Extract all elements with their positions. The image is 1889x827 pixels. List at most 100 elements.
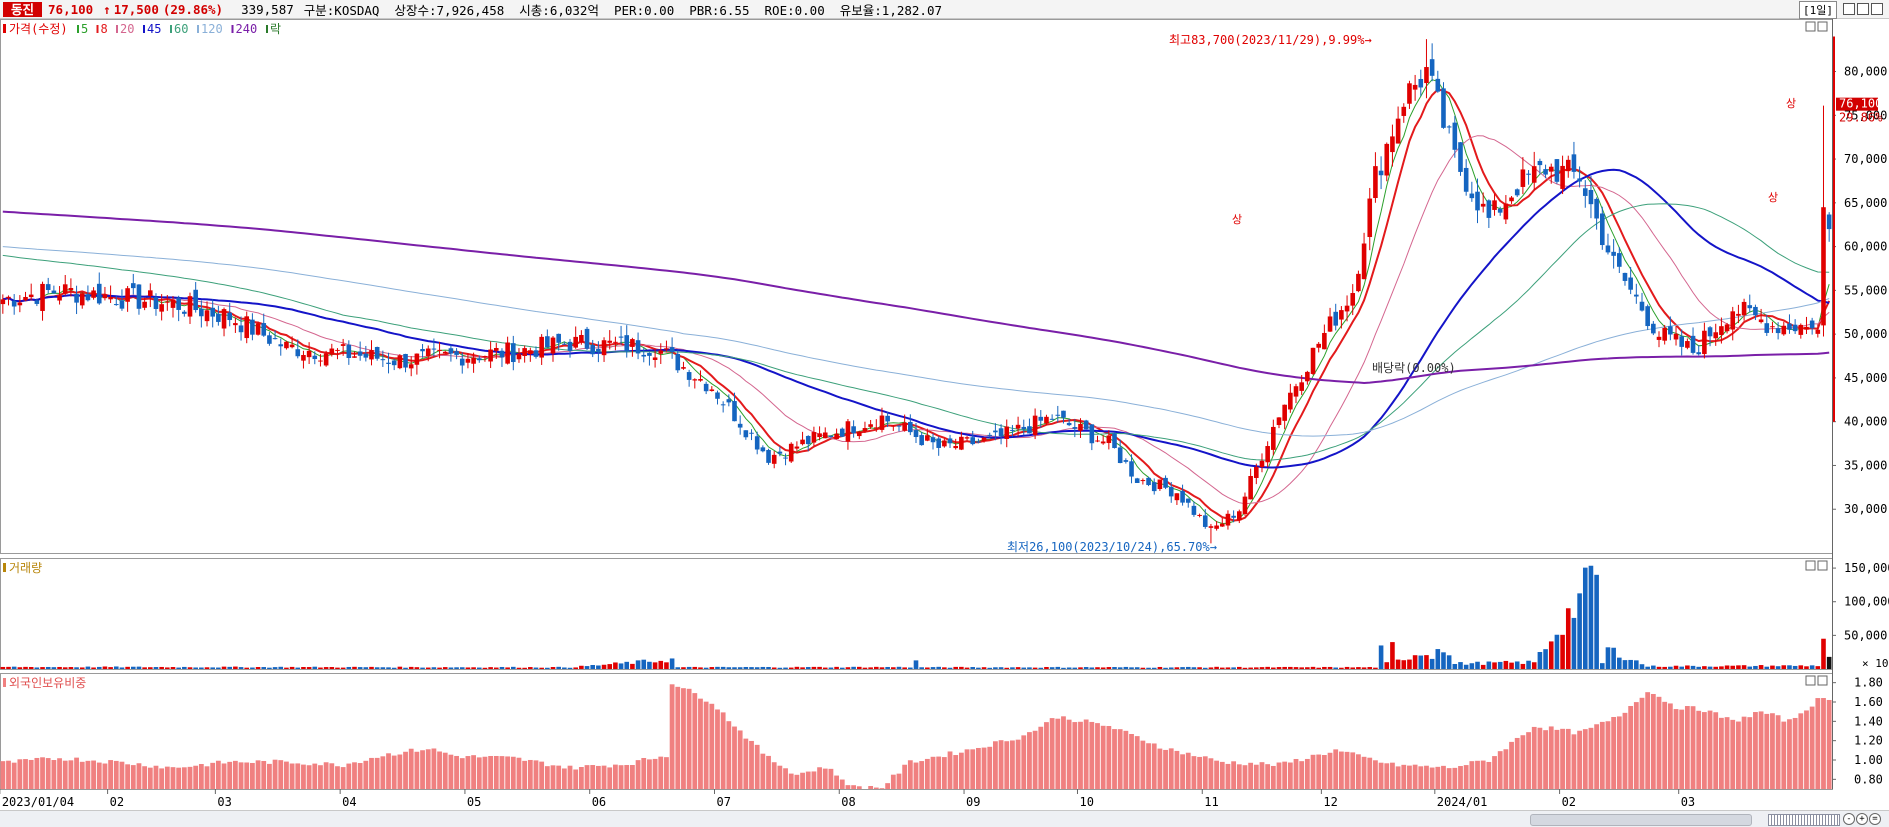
- volume-bar: [579, 665, 584, 669]
- candle-body: [993, 430, 998, 433]
- volume-bar: [1458, 662, 1463, 669]
- volume-bar: [431, 667, 437, 669]
- volume-bar: [1792, 665, 1798, 669]
- volume-bar: [425, 667, 431, 669]
- candle-body: [403, 353, 408, 368]
- candle-body: [686, 372, 692, 380]
- candle-body: [28, 294, 34, 298]
- foreign-bar: [1758, 711, 1764, 789]
- volume-bar: [108, 667, 113, 669]
- foreign-bar: [856, 786, 862, 789]
- candle-body: [1588, 189, 1594, 205]
- candle-body: [1673, 333, 1679, 340]
- foreign-bar: [686, 688, 692, 789]
- foreign-bar: [533, 760, 539, 789]
- candle-body: [493, 348, 499, 351]
- zoom-reset-icon[interactable]: =: [1869, 813, 1881, 825]
- foreign-bar: [1543, 730, 1548, 789]
- candle-body: [244, 316, 250, 339]
- candle-body: [1787, 323, 1792, 330]
- foreign-bar: [1146, 743, 1151, 789]
- candle-body: [1690, 335, 1696, 353]
- volume-bar: [930, 667, 936, 669]
- candle-body: [1032, 415, 1038, 436]
- candle-body: [1645, 306, 1650, 327]
- foreign-bar: [23, 759, 28, 789]
- volume-bar: [170, 667, 176, 669]
- volume-bar: [624, 661, 630, 669]
- candle-body: [1242, 496, 1248, 515]
- candle-body: [1231, 515, 1236, 518]
- zoom-in-icon[interactable]: +: [1856, 813, 1868, 825]
- volume-bar: [165, 667, 170, 669]
- candle-body: [187, 296, 193, 317]
- volume-bar: [873, 666, 879, 669]
- foreign-bar: [1441, 765, 1446, 789]
- foreign-bar: [1004, 741, 1010, 789]
- candle-body: [1565, 159, 1571, 172]
- volume-bar: [1809, 665, 1815, 669]
- foreign-bar: [1446, 768, 1452, 789]
- candle-body: [272, 338, 278, 340]
- foreign-bar: [641, 757, 647, 789]
- foreign-bar: [1072, 722, 1078, 789]
- candle-body: [1548, 166, 1554, 172]
- volume-bar: [51, 667, 57, 669]
- y-tick-label: 0.80: [1854, 772, 1883, 786]
- candle-body: [1061, 410, 1066, 418]
- volume-bar: [902, 667, 907, 669]
- limit-up-marker: 상: [1232, 213, 1242, 226]
- foreign-bar: [17, 759, 23, 789]
- volume-bar: [1497, 661, 1503, 669]
- volume-bar: [1412, 655, 1418, 669]
- foreign-bar: [323, 762, 329, 789]
- foreign-bar: [1185, 752, 1191, 789]
- foreign-bar: [873, 787, 879, 789]
- foreign-bar: [907, 760, 913, 789]
- foreign-bar: [885, 783, 891, 789]
- scrollbar-thumb[interactable]: [1530, 814, 1752, 826]
- volume-bar: [1157, 666, 1163, 669]
- minimize-icon[interactable]: [1843, 3, 1855, 15]
- legend-price: 가격(수정): [9, 22, 68, 36]
- limit-up-marker: 상: [1768, 191, 1778, 204]
- range-slider[interactable]: [1768, 814, 1840, 826]
- candle-body: [85, 294, 91, 301]
- candle-body: [1185, 498, 1191, 503]
- legend-ma-240: 240: [236, 22, 258, 36]
- volume-bar: [1401, 660, 1407, 669]
- volume-bar: [607, 664, 613, 669]
- candle-body: [289, 344, 295, 348]
- candle-body: [1639, 301, 1645, 311]
- volume-bar: [590, 664, 596, 669]
- candle-body: [1015, 424, 1021, 429]
- close-icon[interactable]: [1871, 3, 1883, 15]
- volume-bar: [817, 666, 822, 669]
- candle-body: [1140, 480, 1146, 482]
- chart-scrollbar[interactable]: - + =: [0, 810, 1889, 827]
- volume-bar: [1520, 663, 1526, 669]
- foreign-bar: [1134, 736, 1140, 789]
- candle-body: [182, 311, 187, 314]
- candle-body: [1083, 420, 1089, 430]
- candle-body: [545, 336, 550, 348]
- candle-body: [1100, 441, 1106, 444]
- candle-body: [1305, 371, 1310, 382]
- period-selector[interactable]: [1일]: [1799, 1, 1837, 19]
- candle-body: [1758, 319, 1764, 323]
- candle-body: [414, 353, 420, 365]
- stock-chart[interactable]: 30,000 35,000 40,000 45,000 50,000 55,000 60,0…: [0, 19, 1889, 809]
- volume-bar: [1577, 593, 1582, 669]
- stock-name[interactable]: 동진: [3, 1, 43, 17]
- zoom-out-icon[interactable]: -: [1843, 813, 1855, 825]
- candle-body: [1401, 106, 1407, 116]
- candle-body: [17, 302, 23, 306]
- foreign-bar: [1378, 762, 1384, 789]
- volume-bar: [1151, 667, 1157, 669]
- volume-bar: [1656, 666, 1662, 669]
- candle-body: [647, 352, 652, 356]
- volume-bar: [851, 666, 856, 669]
- volume-bar: [1668, 666, 1673, 669]
- candle-body: [1798, 324, 1804, 335]
- maximize-icon[interactable]: [1857, 3, 1869, 15]
